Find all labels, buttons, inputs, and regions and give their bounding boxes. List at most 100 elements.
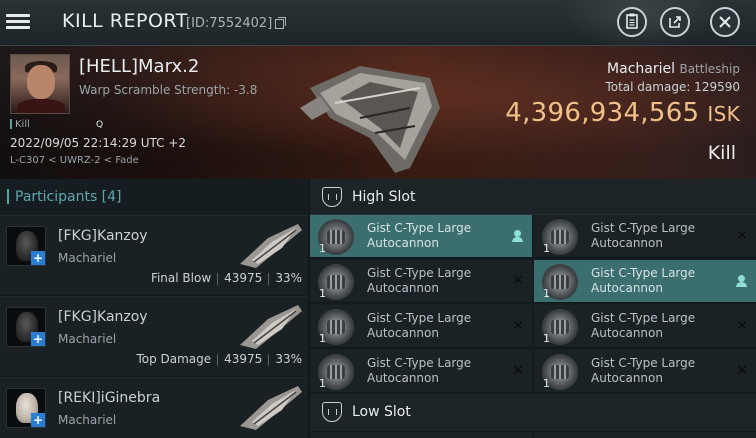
report-id-text: [ID:7552402] (186, 16, 273, 31)
participant-row[interactable]: + [REKI]iGinebra Machariel (0, 377, 308, 438)
low-slot-icon (322, 402, 342, 422)
module-item[interactable]: 1 Gist C-Type Large Autocannon ✕ (534, 305, 756, 348)
kill-status: Kill (707, 142, 736, 164)
participant-role: Top Damage (136, 352, 212, 366)
copy-icon[interactable] (275, 16, 287, 29)
participant-ship: Machariel (58, 413, 117, 427)
participant-percent: 33% (275, 352, 302, 366)
module-name: Gist C-Type Large Autocannon (591, 311, 723, 341)
high-slot-header: High Slot (310, 179, 756, 215)
module-name: Gist C-Type Large Autocannon (591, 356, 723, 386)
participant-damage: 43975 (224, 352, 263, 366)
module-name-line1: Gist C-Type Large (591, 356, 696, 370)
share-button[interactable] (660, 7, 690, 37)
module-item[interactable]: 1 Gist C-Type Large Autocannon (310, 215, 532, 258)
module-name-line2: Autocannon (367, 371, 439, 385)
module-item-partial[interactable] (310, 432, 532, 438)
total-damage: Total damage: 129590 (605, 80, 740, 94)
participant-name: [FKG]Kanzoy (58, 228, 148, 244)
module-quantity: 1 (319, 377, 326, 390)
participant-name: [REKI]iGinebra (58, 390, 161, 406)
kill-tag: Kill (10, 119, 30, 130)
destroyed-icon: ✕ (512, 318, 524, 334)
hamburger-menu-icon[interactable] (6, 11, 30, 33)
destroyed-icon: ✕ (736, 363, 748, 379)
victim-ship-image[interactable] (300, 48, 450, 178)
participants-panel: Participants [4] + [FKG]Kanzoy Machariel… (0, 179, 308, 438)
module-quantity: 1 (543, 332, 550, 345)
module-item[interactable]: 1 Gist C-Type Large Autocannon ✕ (534, 350, 756, 393)
clipboard-icon (626, 13, 638, 29)
low-slot-title: Low Slot (352, 404, 411, 420)
ship-name: Machariel (607, 61, 676, 77)
module-name: Gist C-Type Large Autocannon (367, 356, 499, 386)
report-id[interactable]: [ID:7552402] (186, 16, 287, 31)
module-name-line1: Gist C-Type Large (367, 311, 472, 325)
low-slot-header: Low Slot (310, 394, 756, 430)
module-quantity: 1 (319, 287, 326, 300)
participant-row[interactable]: + [FKG]Kanzoy Machariel Final Blow 43975 3… (0, 215, 308, 295)
participant-ship-image (240, 224, 302, 268)
participant-ship-image (240, 386, 302, 430)
participants-header: Participants [4] (0, 179, 308, 215)
module-quantity: 1 (319, 332, 326, 345)
module-item[interactable]: 1 Gist C-Type Large Autocannon ✕ (310, 350, 532, 393)
participant-avatar[interactable]: + (6, 388, 46, 428)
module-name: Gist C-Type Large Autocannon (367, 311, 499, 341)
victim-name[interactable]: [HELL]Marx.2 (79, 56, 199, 77)
search-icon[interactable]: Q (96, 120, 103, 130)
module-name: Gist C-Type Large Autocannon (591, 266, 723, 296)
participant-name: [FKG]Kanzoy (58, 309, 148, 325)
page-title: KILL REPORT (62, 10, 188, 32)
add-contact-icon[interactable]: + (31, 332, 45, 346)
module-name-line2: Autocannon (591, 371, 663, 385)
module-name-line2: Autocannon (367, 281, 439, 295)
external-share-icon (669, 16, 681, 28)
module-quantity: 1 (319, 242, 326, 255)
module-item[interactable]: 1 Gist C-Type Large Autocannon (534, 260, 756, 303)
close-icon (719, 16, 731, 28)
add-contact-icon[interactable]: + (31, 251, 45, 265)
destroyed-icon: ✕ (512, 273, 524, 289)
victim-panel: [HELL]Marx.2 Warp Scramble Strength: -3.… (0, 46, 756, 179)
participant-ship-image (240, 305, 302, 349)
pilot-icon (734, 273, 750, 289)
module-item[interactable]: 1 Gist C-Type Large Autocannon ✕ (534, 215, 756, 258)
module-item[interactable]: 1 Gist C-Type Large Autocannon ✕ (310, 260, 532, 303)
module-quantity: 1 (543, 242, 550, 255)
participant-avatar[interactable]: + (6, 307, 46, 347)
add-contact-icon[interactable]: + (31, 413, 45, 427)
ship-class: Battleship (679, 62, 740, 76)
module-item[interactable]: 1 Gist C-Type Large Autocannon ✕ (310, 305, 532, 348)
isk-unit: ISK (707, 102, 740, 126)
isk-amount: 4,396,934,565 (505, 98, 700, 128)
module-name: Gist C-Type Large Autocannon (591, 221, 723, 251)
participant-ship: Machariel (58, 251, 117, 265)
module-name-line1: Gist C-Type Large (591, 266, 696, 280)
module-name-line1: Gist C-Type Large (591, 311, 696, 325)
participant-row[interactable]: + [FKG]Kanzoy Machariel Top Damage 43975 3… (0, 296, 308, 376)
destroyed-icon: ✕ (512, 363, 524, 379)
close-button[interactable] (710, 7, 740, 37)
participant-stats: Final Blow 43975 33% (151, 271, 302, 285)
participant-ship: Machariel (58, 332, 117, 346)
module-name: Gist C-Type Large Autocannon (367, 221, 499, 251)
module-quantity: 1 (543, 377, 550, 390)
kill-datetime: 2022/09/05 22:14:29 UTC +2 (10, 136, 186, 150)
participants-title: Participants [4] (15, 189, 122, 205)
participant-avatar[interactable]: + (6, 226, 46, 266)
module-quantity: 1 (543, 287, 550, 300)
module-name-line1: Gist C-Type Large (367, 221, 472, 235)
destroyed-icon: ✕ (736, 318, 748, 334)
module-item-partial[interactable] (534, 432, 756, 438)
kill-tag-text: Kill (15, 119, 30, 130)
clipboard-button[interactable] (617, 7, 647, 37)
high-slot-icon (322, 187, 342, 207)
destroyed-icon: ✕ (736, 228, 748, 244)
module-name-line2: Autocannon (591, 326, 663, 340)
participant-damage: 43975 (224, 271, 263, 285)
warp-scramble-strength: Warp Scramble Strength: -3.8 (79, 83, 258, 97)
victim-avatar[interactable] (10, 54, 70, 114)
victim-ship[interactable]: Machariel Battleship (607, 61, 740, 77)
kill-location[interactable]: L-C307 < UWRZ-2 < Fade (10, 155, 139, 166)
